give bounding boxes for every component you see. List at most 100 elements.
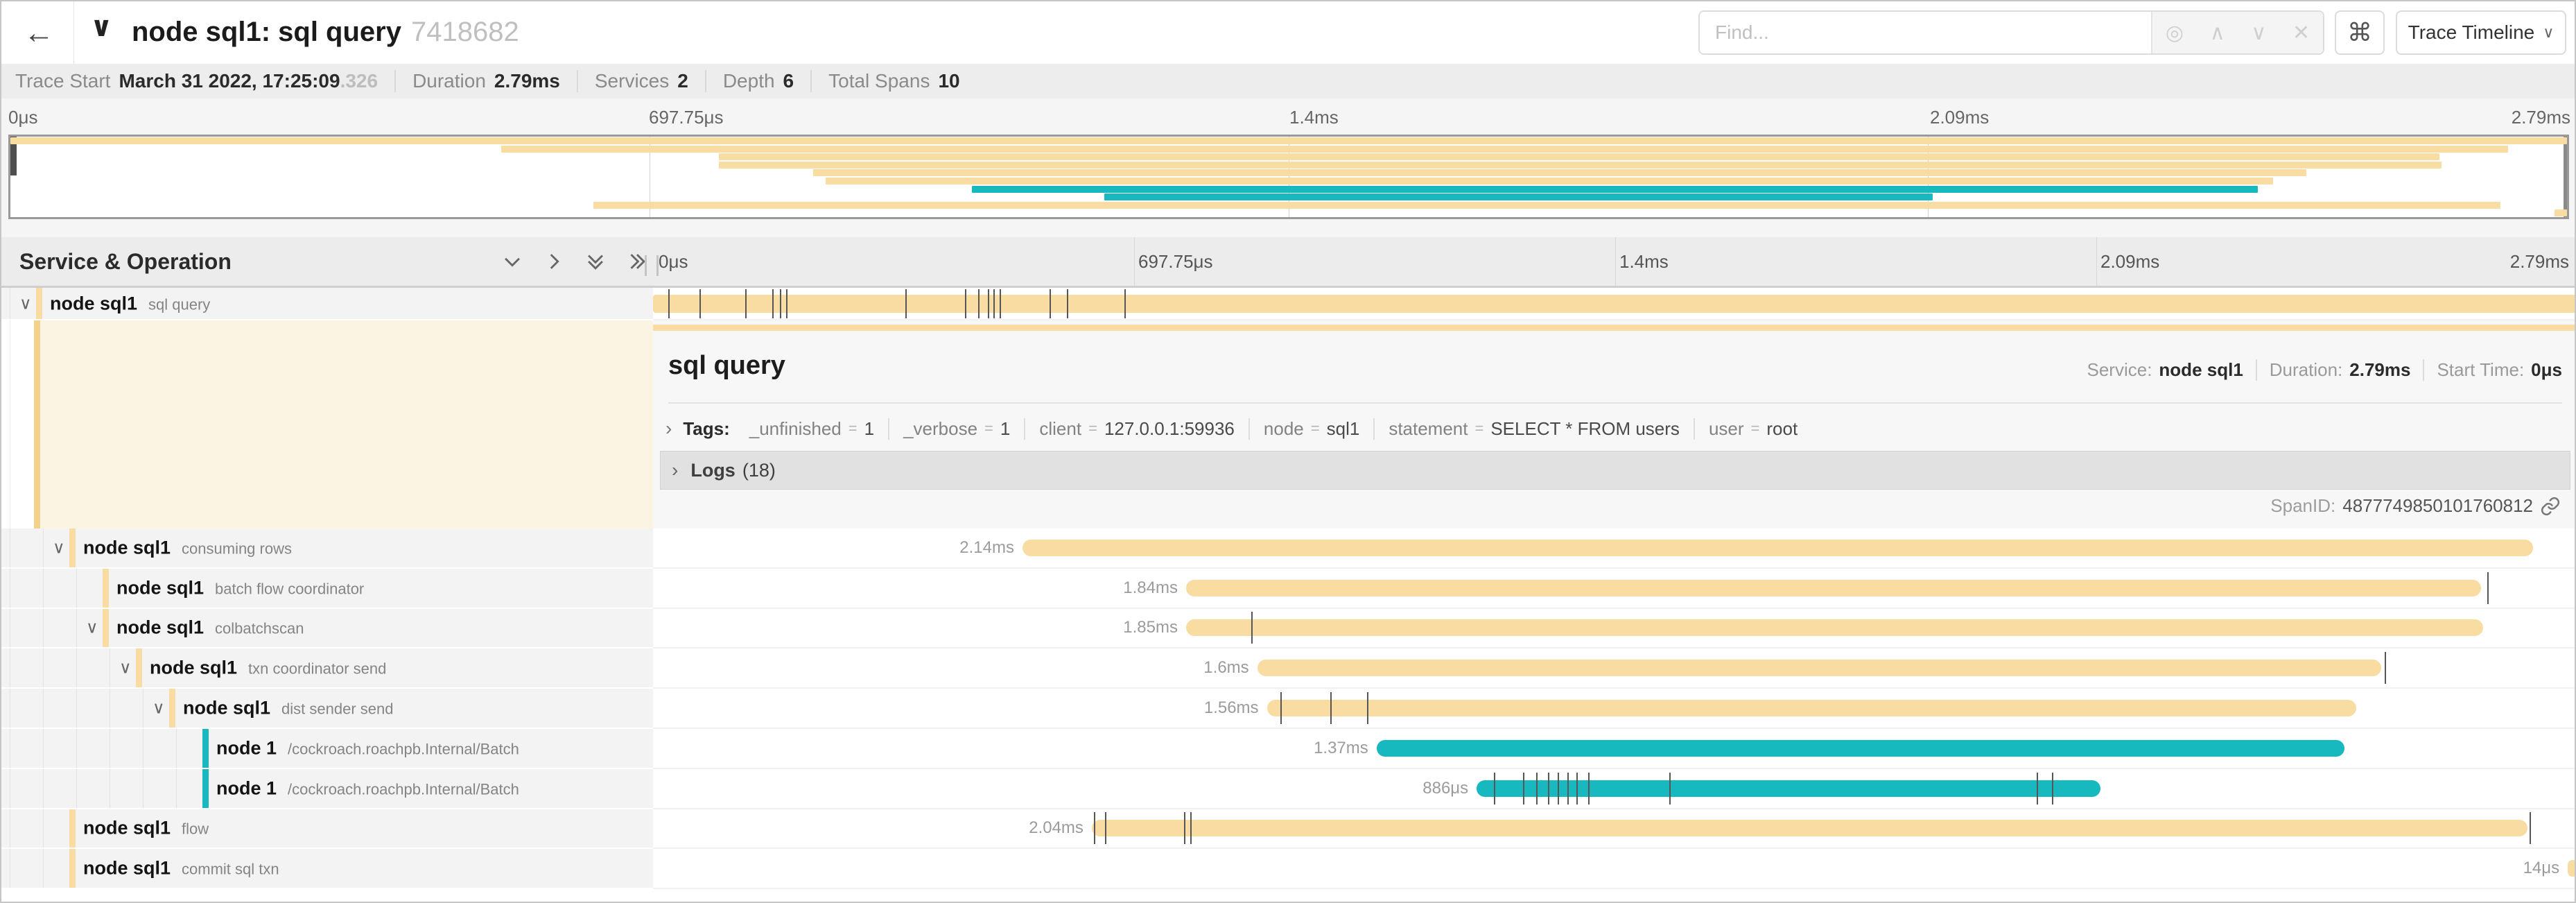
span-bar[interactable] [653,295,2576,313]
log-marker[interactable] [1548,773,1549,805]
minimap-canvas[interactable] [8,135,2569,219]
log-marker[interactable] [1280,692,1282,724]
collapse-all-icon[interactable] [584,250,607,273]
tree-row-sql-query[interactable]: ∨node sql1sql query [1,288,653,320]
tree-row--cockroach-roachpb-internal-batch[interactable]: node 1/cockroach.roachpb.Internal/Batch [1,769,653,809]
tree-row--cockroach-roachpb-internal-batch[interactable]: node 1/cockroach.roachpb.Internal/Batch [1,729,653,769]
log-marker[interactable] [1124,289,1126,318]
minimap-right-scrubber[interactable] [2564,137,2567,217]
log-marker[interactable] [1576,773,1578,805]
chevron-down-icon[interactable]: ∨ [19,293,32,313]
span-bar-row[interactable]: 1.6ms [653,648,2576,689]
log-marker[interactable] [978,289,980,318]
log-marker[interactable] [2037,773,2038,805]
span-bar[interactable] [1257,660,2381,676]
span-bar-row[interactable]: 886μs [653,769,2576,809]
span-bar[interactable] [1377,740,2344,757]
find-input[interactable] [1700,12,2151,53]
span-bar[interactable] [1186,619,2483,636]
span-bar-row[interactable]: 14μs [653,849,2576,889]
span-bar[interactable] [1022,540,2533,556]
expand-one-icon[interactable] [542,250,566,273]
log-marker[interactable] [2052,773,2053,805]
chevron-down-icon[interactable]: ∨ [53,538,65,558]
locate-icon[interactable]: ◎ [2166,21,2184,45]
trace-collapse-icon[interactable]: ∨ [90,11,112,43]
log-marker[interactable] [965,289,966,318]
span-bar-row[interactable]: 1.84ms [653,569,2576,609]
log-marker[interactable] [1494,773,1495,805]
tree-row-consuming-rows[interactable]: ∨node sql1consuming rows [1,528,653,569]
collapse-one-icon[interactable] [501,250,524,273]
minimap-span-bar[interactable] [2555,209,2567,216]
keyboard-shortcuts-button[interactable]: ⌘ [2335,10,2385,55]
link-icon[interactable] [2540,496,2561,517]
chevron-down-icon[interactable]: ∨ [86,618,98,638]
log-marker[interactable] [993,289,995,318]
span-bar[interactable] [1092,820,2527,836]
chevron-down-icon[interactable]: ∨ [119,658,132,678]
log-marker[interactable] [2487,572,2489,604]
minimap-span-bar[interactable] [1104,194,1933,200]
tree-row-txn-coordinator-send[interactable]: ∨node sql1txn coordinator send [1,648,653,689]
log-marker[interactable] [786,289,787,318]
minimap-span-bar[interactable] [593,202,2500,209]
log-marker[interactable] [1190,812,1192,844]
log-marker[interactable] [1588,773,1590,805]
minimap-span-bar[interactable] [501,146,2508,153]
log-marker[interactable] [1251,612,1253,644]
minimap-span-bar[interactable] [826,178,2272,184]
chevron-down-icon[interactable]: ∨ [153,698,165,719]
tree-row-commit-sql-txn[interactable]: node sql1commit sql txn [1,849,653,889]
log-marker[interactable] [699,289,701,318]
tree-row-flow[interactable]: node sql1flow [1,809,653,850]
log-marker[interactable] [1558,773,1559,805]
span-bar-row[interactable]: 1.56ms [653,689,2576,729]
log-marker[interactable] [1050,289,1051,318]
minimap-span-bar[interactable] [719,153,2439,160]
log-marker[interactable] [668,289,670,318]
log-marker[interactable] [1367,692,1368,724]
span-bar-row[interactable]: 1.85ms [653,609,2576,649]
log-marker[interactable] [988,289,989,318]
minimap-span-bar[interactable] [813,169,2306,176]
log-marker[interactable] [905,289,907,318]
log-marker[interactable] [1105,812,1106,844]
span-bar[interactable] [1267,700,2356,716]
log-marker[interactable] [2385,652,2386,684]
tree-row-dist-sender-send[interactable]: ∨node sql1dist sender send [1,689,653,729]
back-button[interactable]: ← [19,14,58,53]
span-bar-row[interactable]: 1.37ms [653,729,2576,769]
clear-search-icon[interactable]: ✕ [2292,21,2310,45]
span-bar[interactable] [2568,860,2576,877]
span-bar-row[interactable]: 2.14ms [653,528,2576,569]
log-marker[interactable] [1330,692,1332,724]
log-marker[interactable] [772,289,774,318]
tree-row-colbatchscan[interactable]: ∨node sql1colbatchscan [1,609,653,649]
column-resize-grip[interactable] [645,255,659,276]
minimap-span-bar[interactable] [972,186,2258,193]
logs-toggle-row[interactable]: › Logs (18) [660,451,2570,490]
span-bar-row[interactable] [653,288,2576,320]
next-result-icon[interactable]: ∨ [2251,21,2266,45]
log-marker[interactable] [1000,289,1001,318]
tags-toggle-row[interactable]: › Tags: _unfinished=1_verbose=1client=12… [660,412,1811,445]
log-marker[interactable] [1536,773,1538,805]
selected-span-bar[interactable] [653,325,2576,331]
log-marker[interactable] [1184,812,1185,844]
log-marker[interactable] [745,289,747,318]
tree-row-batch-flow-coordinator[interactable]: node sql1batch flow coordinator [1,569,653,609]
minimap-span-bar[interactable] [10,137,2567,144]
log-marker[interactable] [1067,289,1068,318]
log-marker[interactable] [780,289,781,318]
span-bar-row[interactable]: 2.04ms [653,809,2576,850]
log-marker[interactable] [1523,773,1524,805]
span-bar[interactable] [1186,580,2481,596]
log-marker[interactable] [1567,773,1569,805]
minimap-span-bar[interactable] [719,162,2442,169]
log-marker[interactable] [1669,773,1671,805]
prev-result-icon[interactable]: ∧ [2210,21,2225,45]
trace-view-selector[interactable]: Trace Timeline∨ [2396,10,2566,55]
log-marker[interactable] [1094,812,1095,844]
span-bar[interactable] [1477,780,2100,797]
